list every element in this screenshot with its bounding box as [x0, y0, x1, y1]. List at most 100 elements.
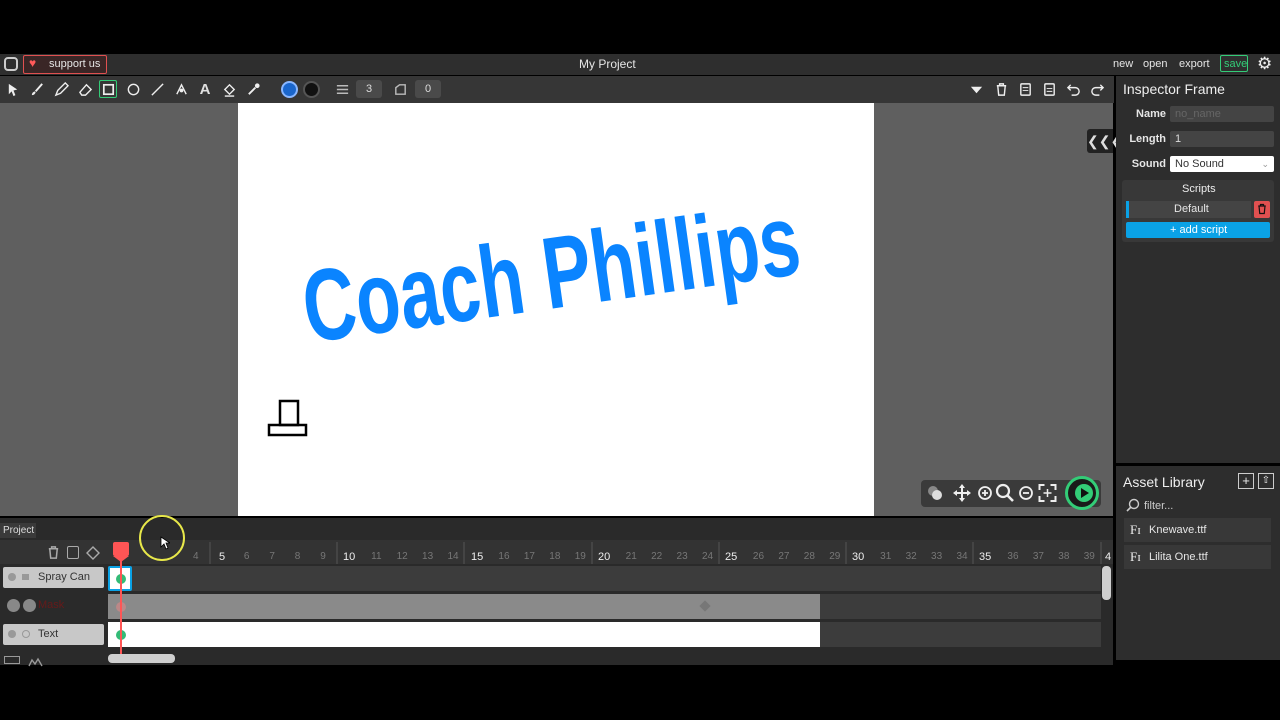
project-tab-label: Project [3, 525, 35, 536]
project-title: My Project [579, 57, 636, 71]
sound-label: Sound [1131, 158, 1166, 170]
fill-color-swatch[interactable] [281, 81, 298, 98]
ruler-minor-label: 4 [193, 551, 199, 562]
text-frame-span[interactable] [108, 622, 820, 647]
app-logo-icon [4, 57, 18, 71]
timeline-vertical-scrollbar[interactable] [1102, 566, 1111, 600]
lock-icon[interactable] [22, 630, 30, 638]
project-tab[interactable]: Project [0, 523, 36, 538]
add-layer-icon[interactable] [67, 546, 79, 559]
mask-frame-span[interactable] [108, 594, 820, 619]
redo-icon[interactable] [1088, 80, 1106, 98]
font-file-icon: Fɪ [1130, 522, 1141, 537]
ruler-minor-label: 7 [269, 551, 275, 562]
ruler-minor-label: 17 [523, 551, 535, 562]
delete-icon[interactable] [992, 80, 1010, 98]
ruler-minor-label: 36 [1007, 551, 1019, 562]
ruler-minor-label: 12 [396, 551, 408, 562]
asset-item[interactable]: Fɪ Knewave.ttf [1124, 518, 1271, 542]
rectangle-tool-icon[interactable] [99, 80, 117, 98]
import-asset-icon[interactable]: ⇧ [1258, 473, 1274, 489]
zoom-out-icon[interactable] [1018, 485, 1034, 501]
ruler-minor-label: 29 [829, 551, 841, 562]
scripts-label: Scripts [1182, 183, 1216, 195]
brush-tool-icon[interactable] [28, 80, 46, 98]
heart-icon: ♥ [29, 56, 37, 70]
canvas-text[interactable]: Coach Phillips [296, 182, 807, 364]
eye-icon[interactable] [8, 573, 16, 581]
menu-open[interactable]: open [1143, 58, 1167, 70]
pan-icon[interactable] [952, 483, 972, 503]
toolbar [0, 76, 1114, 103]
sound-select[interactable]: No Sound ⌄ [1170, 156, 1274, 172]
spray-can-shape[interactable] [267, 399, 308, 437]
undo-icon[interactable] [1064, 80, 1082, 98]
font-file-icon: Fɪ [1130, 549, 1141, 564]
ruler-label: 15 [471, 551, 484, 563]
collapse-panel-button[interactable]: ❮❮❮ [1087, 129, 1122, 153]
asset-filter-input[interactable]: filter... [1144, 500, 1173, 512]
copy-icon[interactable] [1016, 80, 1034, 98]
ruler-label: 30 [852, 551, 865, 563]
add-tween-icon[interactable] [86, 546, 100, 560]
eraser-tool-icon[interactable] [76, 80, 94, 98]
name-input[interactable]: no_name [1170, 106, 1274, 122]
onion-skin-icon[interactable] [926, 484, 944, 502]
paste-icon[interactable] [1040, 80, 1058, 98]
text-tool-icon[interactable]: A [196, 80, 214, 98]
support-us-button[interactable]: ♥ support us [23, 55, 107, 74]
ruler-minor-label: 9 [320, 551, 326, 562]
path-tool-icon[interactable] [172, 80, 190, 98]
brush-size-input[interactable]: 3 [356, 80, 382, 98]
zoom-search-icon[interactable] [995, 483, 1015, 503]
inspector-title-text: Inspector [1123, 81, 1181, 97]
playhead-handle[interactable] [113, 542, 129, 556]
length-input[interactable]: 1 [1170, 131, 1274, 147]
line-tool-icon[interactable] [148, 80, 166, 98]
ruler-minor-label: 22 [651, 551, 663, 562]
ruler-minor-label: 37 [1032, 551, 1044, 562]
delete-layer-icon[interactable] [46, 545, 61, 560]
layer-spray-can[interactable]: Spray Can [3, 567, 104, 588]
eye-icon[interactable] [7, 599, 20, 612]
timeline-view-toggle-icon[interactable] [4, 656, 20, 664]
settings-gear-icon[interactable]: ⚙ [1257, 54, 1272, 74]
layer-text[interactable]: Text [3, 624, 104, 645]
cursor-tool-icon[interactable] [4, 80, 22, 98]
script-default-item[interactable]: Default [1126, 201, 1251, 218]
stroke-color-swatch[interactable] [303, 81, 320, 98]
menu-new[interactable]: new [1113, 58, 1133, 70]
timeline-wave-icon[interactable] [28, 654, 44, 667]
lock-icon[interactable] [22, 574, 29, 580]
chevron-down-icon: ⌄ [1261, 159, 1269, 169]
asset-item[interactable]: Fɪ Lilita One.ttf [1124, 545, 1271, 569]
dropdown-arrow-icon[interactable] [967, 80, 985, 98]
frames-row-spray-can[interactable] [108, 566, 1101, 591]
zoom-in-icon[interactable] [977, 485, 993, 501]
eyedropper-tool-icon[interactable] [244, 80, 262, 98]
layer-mask[interactable]: Mask [3, 595, 104, 616]
add-script-label: + add script [1170, 224, 1228, 236]
ellipse-tool-icon[interactable] [124, 80, 142, 98]
pencil-tool-icon[interactable] [52, 80, 70, 98]
fill-bucket-tool-icon[interactable] [220, 80, 238, 98]
lock-icon[interactable] [23, 599, 36, 612]
brush-size-icon [333, 80, 351, 98]
add-asset-icon[interactable]: + [1238, 473, 1254, 489]
length-label: Length [1129, 133, 1166, 145]
rotation-input[interactable]: 0 [415, 80, 441, 98]
fit-screen-icon[interactable] [1037, 483, 1058, 503]
add-script-button[interactable]: + add script [1126, 222, 1270, 238]
menu-export[interactable]: export [1179, 58, 1210, 70]
save-button[interactable]: save [1220, 55, 1248, 72]
timeline-horizontal-scrollbar[interactable] [108, 654, 175, 663]
layer-label: Mask [38, 599, 65, 611]
delete-script-button[interactable] [1254, 201, 1270, 218]
play-button[interactable] [1065, 476, 1099, 510]
ruler-minor-label: 24 [702, 551, 714, 562]
inspector-title: Inspector Frame [1123, 81, 1225, 97]
ruler-minor-label: 11 [371, 551, 382, 562]
layer-label: Spray Can [38, 571, 90, 583]
eye-icon[interactable] [8, 630, 16, 638]
canvas[interactable]: Coach Phillips [238, 103, 874, 516]
